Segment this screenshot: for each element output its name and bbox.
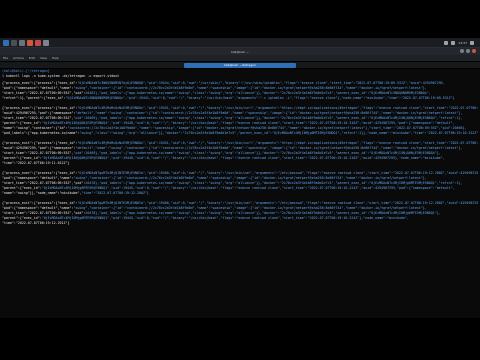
log-key: "name":"xwing"}},"node_name":"minikube", bbox=[2, 191, 82, 195]
tab-bar: kali@kali: ~/tetragon bbox=[0, 62, 480, 68]
log-value: "OjEzMDAxNTc4MjMxMzQzNzE5MjE5NDUx","pid"… bbox=[77, 106, 478, 110]
log-value: "pid":20469},"pod_labels":{"app.kubernet… bbox=[73, 151, 441, 155]
log-key: "time":"2022-07-07T06:19:11.012Z"} bbox=[2, 161, 70, 165]
log-value: "xwing","container":{"id":"containerd://… bbox=[73, 86, 427, 90]
log-key: "pod":{"namespace":"default","name": bbox=[2, 206, 74, 210]
window-titlebar[interactable]: kali@kali: ~ bbox=[0, 48, 480, 55]
log-key: {"process_exit":{"process":{"exec_id": bbox=[2, 201, 78, 205]
log-value: "OjEzMDAxNTc4MjMxMzQzNzE5MjE5NDUx","pid"… bbox=[77, 141, 478, 145]
log-value: "OjEzMDAxNTc3NDQ5NDM5NTkyOjE5NDQ0","pid"… bbox=[77, 81, 445, 85]
window-controls bbox=[460, 49, 476, 53]
maximize-icon[interactable] bbox=[466, 49, 470, 53]
log-value: "OjEzMDAxNTc3NDQ0NDM5MjE5NDQx","pid":194… bbox=[65, 96, 455, 100]
log-value: "OjEzMDAxNTgwMTk4MjQ1NTE5MjE5NDYw","pid"… bbox=[77, 201, 478, 205]
log-value: 20478},"pod_labels":{"app.kubernetes.io/… bbox=[85, 211, 441, 215]
files-icon[interactable] bbox=[19, 39, 25, 46]
log-value: "pid":20469},"pod_labels":{"app.kubernet… bbox=[73, 116, 463, 120]
log-key: "parent":{"exec_id": bbox=[2, 186, 42, 190]
log-value: "xwing","container":{"id":"containerd://… bbox=[73, 206, 427, 210]
log-key: "start_time":"2022-07-07T06:09:55Z", bbox=[2, 151, 74, 155]
command-text: kubectl logs -n kube-system -ds/tetragon… bbox=[6, 74, 120, 78]
editor-icon[interactable] bbox=[35, 39, 41, 46]
log-value: "time":"2022-07-07T06:19:12.280Z"} bbox=[81, 191, 149, 195]
log-key: "start_time":"2022-07-07T06:09:55Z","pid… bbox=[2, 181, 86, 185]
power-icon[interactable] bbox=[470, 40, 474, 45]
log-line: "time":"2022-07-07T06:19:12.291Z"} bbox=[2, 221, 478, 226]
log-key: "time":"2022-07-07T06:19:12.291Z"} bbox=[2, 221, 70, 225]
log-key: "start_time":"2022-07-07T06:09:55Z","pid… bbox=[2, 211, 86, 215]
log-key: "pod_labels":{"app.kubernetes.io/name": bbox=[2, 131, 80, 135]
log-key: "parent":{"exec_id": bbox=[2, 216, 42, 220]
log-value: "OjEzMDAxNTc4MjI4NjQ0NjE5MjE5NDQ4","pid"… bbox=[41, 156, 445, 160]
log-value: "OjEzMDAxNTgwMTk4MjQ1NTE5MjE5NDYw","pid"… bbox=[77, 171, 478, 175]
volume-icon[interactable] bbox=[451, 40, 456, 45]
log-key: {"process_exec":{"process":{"exec_id": bbox=[2, 106, 78, 110]
terminal-tab[interactable]: kali@kali: ~/tetragon bbox=[184, 62, 296, 68]
log-key: "pod":{"namespace":"default","name": bbox=[2, 176, 74, 180]
log-key: "start_time":"2022-07-07T06:09:55Z", bbox=[2, 116, 74, 120]
panel-launchers bbox=[0, 39, 49, 46]
log-value: "containerd://2c76cc2a3f4e1b8f9a0d","nam… bbox=[67, 126, 467, 130]
browser-icon[interactable] bbox=[27, 39, 33, 46]
log-value: 20478},"pod_labels":{"app.kubernetes.io/… bbox=[85, 181, 463, 185]
log-value: 20462},"pod_labels":{"app.kubernetes.io/… bbox=[85, 91, 431, 95]
bottom-bar bbox=[0, 318, 480, 360]
log-key: "auid":4294967295,"pod":{"namespace": bbox=[2, 111, 76, 115]
log-value: "default","name":"xwing","container":{"i… bbox=[75, 146, 463, 150]
log-value: "OjEzMDAxNTc4MjI0Mjg0MTE5MjE5NDQ1","pid"… bbox=[41, 216, 409, 220]
app-menu-icon[interactable] bbox=[3, 39, 9, 46]
top-panel: 13:37 bbox=[0, 38, 480, 48]
command-line: $ kubectl logs -n kube-system -ds/tetrag… bbox=[2, 74, 478, 79]
log-key: {"process_exec":{"process":{"exec_id": bbox=[2, 171, 78, 175]
system-tray: 13:37 bbox=[444, 40, 480, 45]
window-title: kali@kali: ~ bbox=[231, 49, 249, 54]
close-icon[interactable] bbox=[472, 49, 476, 53]
workspace-icon[interactable] bbox=[43, 39, 49, 46]
screen: 13:37 kali@kali: ~ File Actions Edit Vie… bbox=[0, 0, 480, 360]
log-key: {"process_exec":{"process":{"exec_id": bbox=[2, 81, 78, 85]
menu-view[interactable]: View bbox=[40, 56, 47, 60]
log-key: "parent":{"exec_id": bbox=[2, 156, 42, 160]
network-icon[interactable] bbox=[444, 40, 449, 45]
terminal-launcher-icon[interactable] bbox=[11, 39, 17, 46]
log-value: "xwing","container":{"id":"containerd://… bbox=[73, 176, 427, 180]
log-key: "parent":{"exec_id": bbox=[2, 121, 42, 125]
panel-clock[interactable]: 13:37 bbox=[458, 41, 467, 45]
menu-bar: File Actions Edit View Help bbox=[0, 55, 480, 61]
log-value: "OjEzMDAxNTc4MjI4NjQ0NjE5MjE5NDQ4","pid"… bbox=[41, 121, 455, 125]
menu-actions[interactable]: Actions bbox=[13, 56, 24, 60]
prompt: (kali@kali)-[~/tetragon] bbox=[2, 69, 50, 73]
log-key: {"process_exit":{"process":{"exec_id": bbox=[2, 141, 78, 145]
menu-help[interactable]: Help bbox=[52, 56, 59, 60]
menu-file[interactable]: File bbox=[3, 56, 8, 60]
log-key: "auid":4294967295,"pod":{"namespace": bbox=[2, 146, 76, 150]
minimize-icon[interactable] bbox=[460, 49, 464, 53]
log-key: "refcnt":1},"parent":{"exec_id": bbox=[2, 96, 66, 100]
log-key: "name":"xwing","container":{"id": bbox=[2, 126, 68, 130]
menu-edit[interactable]: Edit bbox=[29, 56, 35, 60]
terminal-output[interactable]: (kali@kali)-[~/tetragon] $ kubectl logs … bbox=[0, 69, 480, 318]
prompt-symbol: $ bbox=[2, 74, 4, 78]
log-value: "default","name":"xwing","container":{"i… bbox=[75, 111, 463, 115]
log-key: "pod":{"namespace":"default","name": bbox=[2, 86, 74, 90]
log-key: "start_time":"2022-07-07T06:09:55Z","pid… bbox=[2, 91, 86, 95]
log-value: "OjEzMDAxNTc4MjI0Mjg0MTE5MjE5NDQ1","pid"… bbox=[41, 186, 455, 190]
log-value: "xwing","class":"xwing","org":"alliance"… bbox=[79, 131, 478, 135]
